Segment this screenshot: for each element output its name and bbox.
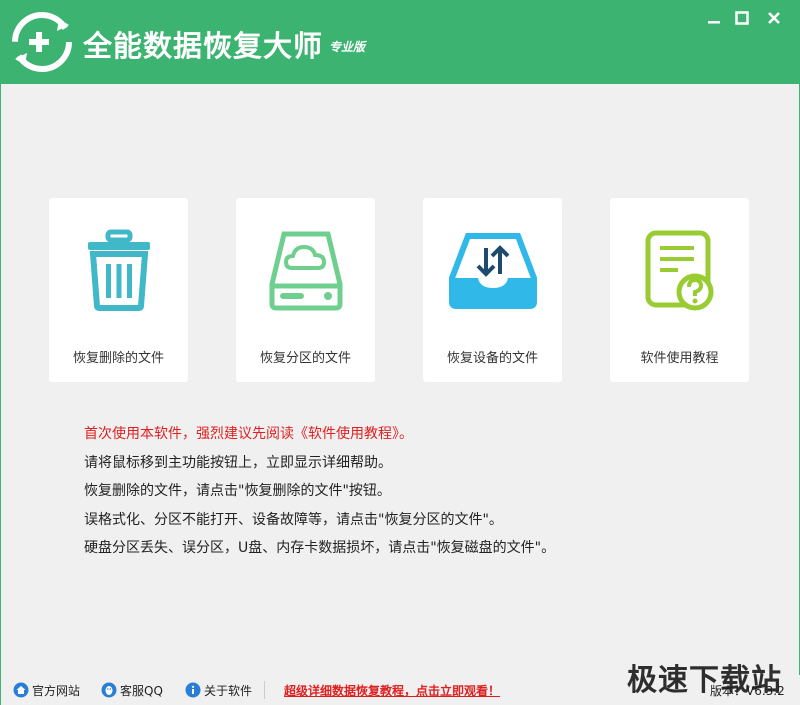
site-watermark: 极速下载站 — [627, 663, 782, 698]
card-label: 恢复删除的文件 — [72, 351, 164, 366]
official-site-link[interactable]: 官方网站 — [13, 680, 80, 700]
app-edition: 专业版 — [329, 40, 366, 54]
recover-partition-files-button[interactable]: 恢复分区的文件 — [236, 198, 375, 382]
customer-qq-link[interactable]: 客服QQ — [101, 680, 163, 700]
minimize-icon — [708, 21, 720, 24]
trash-can-icon — [87, 229, 150, 311]
about-software-link[interactable]: 关于软件 — [185, 680, 252, 700]
close-icon — [768, 12, 780, 24]
document-help-icon — [645, 230, 713, 311]
title-bar[interactable]: 全能数据恢复大师 专业版 — [1, 1, 800, 84]
info-icon — [185, 682, 201, 698]
app-title: 全能数据恢复大师 — [83, 29, 324, 63]
official-site-label: 官方网站 — [32, 683, 81, 698]
status-divider — [264, 681, 265, 699]
help-line: 请将鼠标移到主功能按钮上，立即显示详细帮助。 — [84, 454, 392, 471]
device-tray-icon — [448, 233, 537, 309]
close-button[interactable] — [762, 7, 786, 29]
app-logo-icon — [12, 12, 72, 72]
home-icon — [13, 682, 29, 698]
card-label: 恢复分区的文件 — [259, 351, 351, 366]
customer-qq-label: 客服QQ — [120, 683, 163, 698]
maximize-icon — [735, 11, 749, 25]
cloud-drive-icon — [269, 231, 342, 311]
card-label: 恢复设备的文件 — [446, 351, 538, 366]
minimize-button[interactable] — [702, 7, 726, 29]
card-label: 软件使用教程 — [640, 351, 719, 366]
help-text: 首次使用本软件，强烈建议先阅读《软件使用教程》。 请将鼠标移到主功能按钮上，立即… — [84, 420, 555, 563]
help-line: 硬盘分区丢失、误分区，U盘、内存卡数据损坏，请点击"恢复磁盘的文件"。 — [84, 540, 556, 556]
app-window: 全能数据恢复大师 专业版 恢复删除的文件 恢复分区的文件 恢复设备的文件 软件使… — [0, 0, 800, 705]
maximize-button[interactable] — [730, 7, 754, 29]
about-software-label: 关于软件 — [204, 683, 253, 698]
help-line: 恢复删除的文件，请点击"恢复删除的文件"按钮。 — [84, 483, 391, 499]
recover-deleted-files-button[interactable]: 恢复删除的文件 — [49, 198, 188, 382]
tutorial-promo-link[interactable]: 超级详细数据恢复教程，点击立即观看！ — [284, 682, 500, 699]
software-tutorial-button[interactable]: 软件使用教程 — [610, 198, 749, 382]
qq-penguin-icon — [101, 682, 117, 698]
help-line: 误格式化、分区不能打开、设备故障等，请点击"恢复分区的文件"。 — [84, 511, 503, 528]
help-warning-line: 首次使用本软件，强烈建议先阅读《软件使用教程》。 — [84, 426, 413, 442]
recover-device-files-button[interactable]: 恢复设备的文件 — [423, 198, 562, 382]
